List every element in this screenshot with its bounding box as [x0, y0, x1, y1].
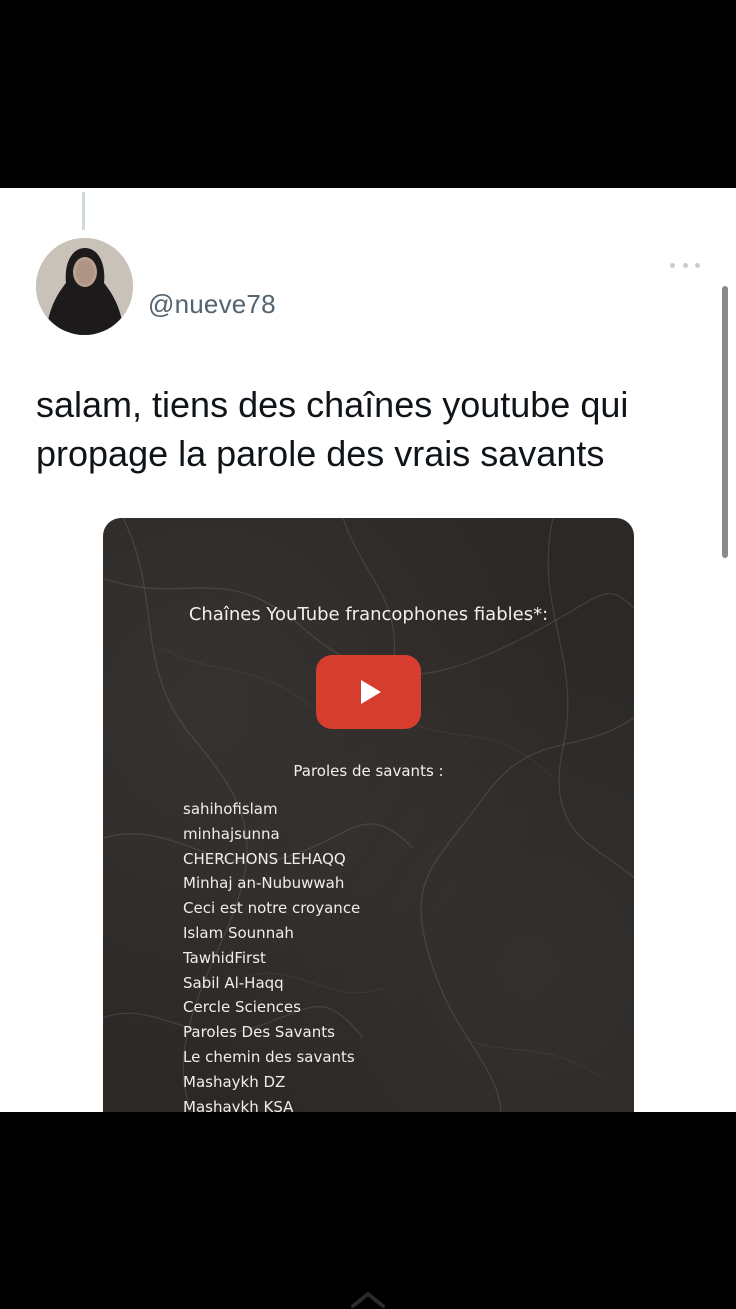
tweet-text: salam, tiens des chaînes youtube qui pro…	[36, 384, 629, 474]
card-subheading: Paroles de savants :	[293, 762, 444, 780]
list-item: Paroles Des Savants	[183, 1023, 335, 1042]
more-options-icon[interactable]	[670, 258, 700, 272]
channel-list: sahihofislam minhajsunna CHERCHONS LEHAQ…	[183, 797, 360, 1112]
thread-connector-line	[82, 192, 85, 230]
list-item: Islam Sounnah	[183, 923, 294, 942]
list-item: Cercle Sciences	[183, 998, 301, 1017]
attached-image-card[interactable]: Chaînes YouTube francophones fiables*: P…	[103, 518, 634, 1112]
list-item: minhajsunna	[183, 824, 280, 843]
tweet-panel: @nueve78 salam, tiens des chaînes youtub…	[0, 188, 736, 1112]
bottom-black-bar	[0, 1112, 736, 1309]
top-black-bar	[0, 0, 736, 188]
list-item: Sabil Al-Haqq	[183, 973, 284, 992]
list-item: Mashaykh KSA	[183, 1097, 294, 1112]
list-item: Ceci est notre croyance	[183, 899, 361, 918]
username-handle[interactable]: @nueve78	[148, 289, 276, 320]
list-item: CHERCHONS LEHAQQ	[183, 849, 346, 868]
avatar-image	[36, 238, 133, 335]
list-item: TawhidFirst	[183, 948, 266, 967]
list-item: Le chemin des savants	[183, 1047, 355, 1066]
youtube-play-icon	[316, 655, 421, 729]
avatar[interactable]	[36, 238, 133, 335]
card-title: Chaînes YouTube francophones fiables*:	[188, 604, 549, 625]
list-item: Minhaj an-Nubuwwah	[183, 874, 345, 893]
chevron-up-icon[interactable]	[349, 1290, 387, 1308]
scrollbar[interactable]	[722, 286, 728, 558]
list-item: sahihofislam	[183, 800, 278, 818]
list-item: Mashaykh DZ	[183, 1072, 286, 1091]
